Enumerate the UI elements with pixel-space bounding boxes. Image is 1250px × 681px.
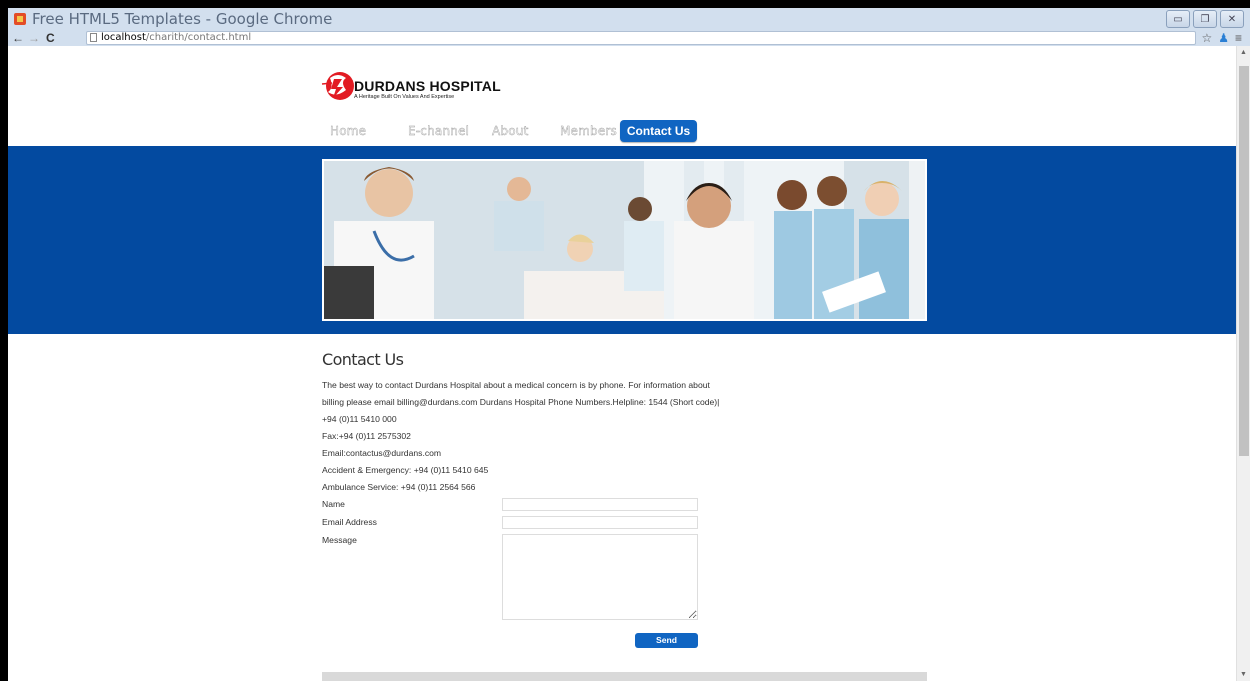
back-icon[interactable]: ← xyxy=(12,30,24,46)
user-profile-icon[interactable]: ♟ xyxy=(1218,30,1229,46)
contact-line: billing please email billing@durdans.com… xyxy=(322,397,720,407)
contact-line: Email:contactus@durdans.com xyxy=(322,448,442,458)
contact-line: +94 (0)11 5410 000 xyxy=(322,414,397,424)
contact-line: Fax:+94 (0)11 2575302 xyxy=(322,431,411,441)
browser-window: Free HTML5 Templates - Google Chrome ▭ ❐… xyxy=(8,8,1250,681)
scroll-up-icon[interactable]: ▲ xyxy=(1240,49,1247,56)
close-icon: ✕ xyxy=(1227,13,1237,25)
browser-toolbar: ← → C localhost/charith/contact.html ☆ ♟… xyxy=(8,30,1250,46)
address-bar[interactable]: localhost/charith/contact.html xyxy=(86,31,1196,45)
medical-staff-illustration xyxy=(324,161,925,319)
name-field[interactable] xyxy=(502,498,698,511)
site-name: DURDANS HOSPITAL xyxy=(354,78,501,94)
scroll-down-icon[interactable]: ▼ xyxy=(1240,671,1247,678)
durdans-logo-icon xyxy=(321,72,354,100)
nav-contact-us[interactable]: Contact Us xyxy=(620,120,697,142)
contact-section: Contact Us The best way to contact Durda… xyxy=(322,350,942,627)
forward-icon[interactable]: → xyxy=(28,30,40,46)
email-label: Email Address xyxy=(322,517,377,527)
message-label: Message xyxy=(322,535,357,545)
contact-line: The best way to contact Durdans Hospital… xyxy=(322,380,710,390)
restore-button[interactable]: ❐ xyxy=(1193,10,1217,28)
send-button[interactable]: Send xyxy=(635,633,698,648)
site-tagline: A Heritage Built On Values And Expertise xyxy=(354,94,455,100)
contact-form: Name Email Address Message xyxy=(322,496,942,627)
scroll-thumb[interactable] xyxy=(1239,66,1249,456)
minimize-button[interactable]: ▭ xyxy=(1166,10,1190,28)
name-label: Name xyxy=(322,499,345,509)
menu-icon[interactable]: ≡ xyxy=(1235,30,1242,46)
reload-icon[interactable]: C xyxy=(46,30,55,46)
window-title: Free HTML5 Templates - Google Chrome xyxy=(32,10,333,28)
page-icon xyxy=(90,33,97,42)
site-logo[interactable]: DURDANS HOSPITAL A Heritage Built On Val… xyxy=(320,66,520,106)
nav-home[interactable]: Home xyxy=(330,124,366,138)
title-bar: Free HTML5 Templates - Google Chrome ▭ ❐… xyxy=(8,8,1250,30)
page-scrollbar[interactable]: ▲ ▼ xyxy=(1236,46,1250,681)
nav-members[interactable]: Members xyxy=(560,124,617,138)
contact-line: Ambulance Service: +94 (0)11 2564 566 xyxy=(322,482,476,492)
page-viewport: DURDANS HOSPITAL A Heritage Built On Val… xyxy=(8,46,1236,681)
nav-echannel[interactable]: E-channel xyxy=(408,124,469,138)
hero-banner xyxy=(8,146,1236,334)
hero-image xyxy=(322,159,927,321)
contact-line: Accident & Emergency: +94 (0)11 5410 645 xyxy=(322,465,489,475)
main-nav: Home E-channel About Members Contact Us xyxy=(320,120,820,144)
contact-heading: Contact Us xyxy=(322,350,404,369)
message-field[interactable] xyxy=(502,534,698,620)
html5-favicon-icon xyxy=(14,13,26,25)
nav-about[interactable]: About xyxy=(492,124,529,138)
footer-bar xyxy=(322,672,927,681)
url-path: /charith/contact.html xyxy=(145,32,252,43)
bookmark-star-icon[interactable]: ☆ xyxy=(1201,30,1212,46)
url-host: localhost xyxy=(101,32,146,43)
close-button[interactable]: ✕ xyxy=(1220,10,1244,28)
minimize-icon: ▭ xyxy=(1173,13,1183,25)
restore-icon: ❐ xyxy=(1200,13,1210,25)
email-field[interactable] xyxy=(502,516,698,529)
